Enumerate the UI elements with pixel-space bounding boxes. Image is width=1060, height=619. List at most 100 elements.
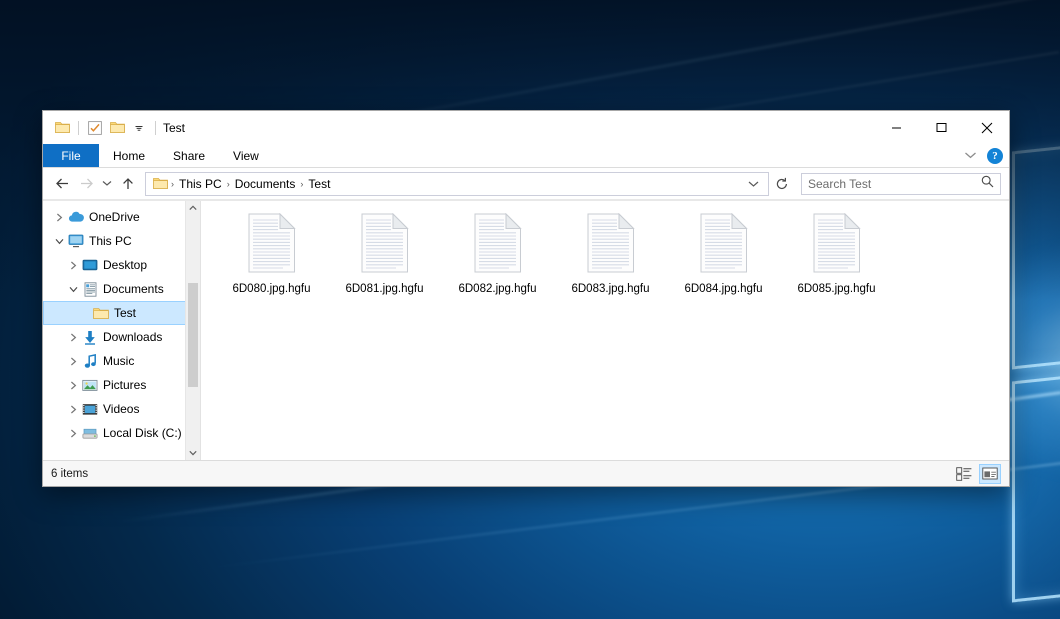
- sidebar-item-label: OneDrive: [89, 210, 140, 224]
- file-item[interactable]: 6D082.jpg.hgfu: [441, 207, 554, 295]
- pictures-icon: [81, 379, 99, 392]
- search-icon[interactable]: [981, 175, 994, 193]
- chevron-right-icon[interactable]: [65, 333, 81, 342]
- status-bar: 6 items: [43, 460, 1009, 486]
- file-grid: 6D080.jpg.hgfu 6D081.jpg.hgfu: [201, 201, 1009, 295]
- sidebar-item-test[interactable]: Test: [43, 301, 200, 325]
- sidebar-item-desktop[interactable]: Desktop: [43, 253, 200, 277]
- file-name-label: 6D083.jpg.hgfu: [571, 283, 649, 295]
- windows-logo-pane: [1012, 375, 1060, 603]
- refresh-button[interactable]: [771, 173, 793, 195]
- folder-tree: OneDrive This PC: [43, 201, 200, 445]
- window-controls: [874, 111, 1009, 144]
- sidebar-item-videos[interactable]: Videos: [43, 397, 200, 421]
- file-item[interactable]: 6D081.jpg.hgfu: [328, 207, 441, 295]
- details-view-button[interactable]: [953, 464, 975, 484]
- downloads-icon: [81, 330, 99, 345]
- scroll-down-icon[interactable]: [186, 446, 200, 460]
- sidebar-item-label: Pictures: [103, 378, 146, 392]
- sidebar-item-label: Videos: [103, 402, 139, 416]
- scroll-up-icon[interactable]: [186, 201, 200, 215]
- scrollbar-thumb[interactable]: [188, 283, 198, 387]
- chevron-down-icon[interactable]: [743, 180, 764, 188]
- search-input[interactable]: Search Test: [801, 173, 1001, 195]
- sidebar-item-music[interactable]: Music: [43, 349, 200, 373]
- desktop-icon: [81, 259, 99, 272]
- maximize-button[interactable]: [919, 111, 964, 144]
- file-item[interactable]: 6D083.jpg.hgfu: [554, 207, 667, 295]
- sidebar-item-label: This PC: [89, 234, 132, 248]
- sidebar-item-local-disk-c[interactable]: Local Disk (C:): [43, 421, 200, 445]
- file-item[interactable]: 6D084.jpg.hgfu: [667, 207, 780, 295]
- breadcrumb[interactable]: › This PC › Documents › Test: [145, 172, 769, 196]
- large-icons-view-button[interactable]: [979, 464, 1001, 484]
- sidebar-item-documents[interactable]: Documents: [43, 277, 200, 301]
- minimize-button[interactable]: [874, 111, 919, 144]
- folder-icon[interactable]: [51, 117, 73, 139]
- properties-icon[interactable]: [84, 117, 106, 139]
- monitor-icon: [67, 234, 85, 248]
- tab-file[interactable]: File: [43, 144, 99, 167]
- breadcrumb-test[interactable]: Test: [304, 177, 334, 191]
- chevron-right-icon[interactable]: [65, 381, 81, 390]
- file-name-label: 6D084.jpg.hgfu: [684, 283, 762, 295]
- folder-icon: [150, 177, 170, 190]
- file-name-label: 6D085.jpg.hgfu: [797, 283, 875, 295]
- search-placeholder: Search Test: [808, 177, 981, 191]
- sidebar-item-label: Desktop: [103, 258, 147, 272]
- file-explorer-window: Test File Home Share View ?: [42, 110, 1010, 487]
- sidebar-item-label: Local Disk (C:): [103, 426, 182, 440]
- forward-button: [75, 173, 97, 195]
- folder-icon: [92, 307, 110, 320]
- file-name-label: 6D081.jpg.hgfu: [345, 283, 423, 295]
- file-item[interactable]: 6D080.jpg.hgfu: [215, 207, 328, 295]
- generic-file-icon: [813, 213, 861, 273]
- drive-icon: [81, 427, 99, 440]
- sidebar-item-onedrive[interactable]: OneDrive: [43, 205, 200, 229]
- generic-file-icon: [700, 213, 748, 273]
- window-title: Test: [163, 121, 185, 135]
- chevron-down-icon[interactable]: [51, 238, 67, 245]
- chevron-down-icon[interactable]: [65, 286, 81, 293]
- item-count-label: 6 items: [51, 468, 88, 480]
- chevron-down-icon[interactable]: [128, 117, 150, 139]
- quick-access-toolbar: [51, 117, 161, 139]
- file-item[interactable]: 6D085.jpg.hgfu: [780, 207, 893, 295]
- file-name-label: 6D082.jpg.hgfu: [458, 283, 536, 295]
- toolbar-separator: [78, 121, 79, 135]
- breadcrumb-this-pc[interactable]: This PC: [175, 177, 226, 191]
- tab-view[interactable]: View: [219, 144, 273, 167]
- sidebar-scrollbar[interactable]: [185, 201, 200, 460]
- toolbar-separator: [155, 121, 156, 135]
- chevron-right-icon[interactable]: [65, 429, 81, 438]
- tab-home[interactable]: Home: [99, 144, 159, 167]
- sidebar-item-pictures[interactable]: Pictures: [43, 373, 200, 397]
- back-button[interactable]: [51, 173, 73, 195]
- cloud-icon: [67, 211, 85, 223]
- close-button[interactable]: [964, 111, 1009, 144]
- generic-file-icon: [248, 213, 296, 273]
- ribbon-tab-bar: File Home Share View ?: [43, 144, 1009, 168]
- ribbon-right-controls: ?: [964, 144, 1003, 167]
- chevron-down-icon[interactable]: [964, 147, 977, 165]
- navigation-pane: OneDrive This PC: [43, 201, 201, 460]
- chevron-right-icon[interactable]: [65, 261, 81, 270]
- sidebar-item-downloads[interactable]: Downloads: [43, 325, 200, 349]
- generic-file-icon: [474, 213, 522, 273]
- sidebar-item-label: Documents: [103, 282, 164, 296]
- chevron-right-icon[interactable]: [65, 405, 81, 414]
- sidebar-item-this-pc[interactable]: This PC: [43, 229, 200, 253]
- tab-share[interactable]: Share: [159, 144, 219, 167]
- up-button[interactable]: [117, 173, 139, 195]
- recent-locations-icon[interactable]: [99, 173, 115, 195]
- documents-icon: [81, 282, 99, 297]
- address-right-controls: [743, 180, 764, 188]
- help-icon[interactable]: ?: [987, 148, 1003, 164]
- chevron-right-icon[interactable]: [51, 213, 67, 222]
- chevron-right-icon[interactable]: [65, 357, 81, 366]
- videos-icon: [81, 403, 99, 416]
- view-buttons: [953, 464, 1001, 484]
- new-folder-icon[interactable]: [106, 117, 128, 139]
- breadcrumb-documents[interactable]: Documents: [231, 177, 300, 191]
- file-list-pane[interactable]: 6D080.jpg.hgfu 6D081.jpg.hgfu: [201, 201, 1009, 460]
